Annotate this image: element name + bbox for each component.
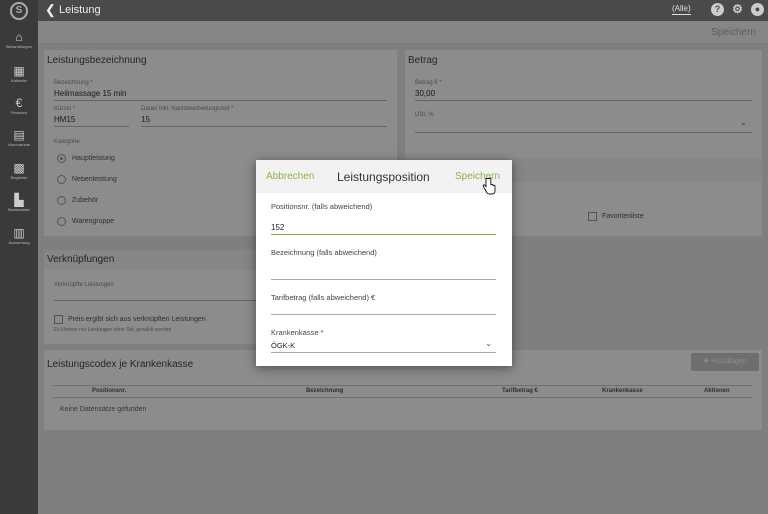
sidebar-item-label: Registrier (10, 175, 28, 180)
euro-icon: € (15, 96, 23, 110)
calendar-icon: ▦ (13, 64, 25, 78)
dialog-title: Leistungsposition (337, 170, 430, 184)
gear-icon[interactable]: ⚙ (731, 3, 744, 16)
chart-icon: ▥ (13, 226, 25, 240)
sidebar-item-label: Auswertung (8, 240, 30, 245)
sidebar-item-auswertung[interactable]: ▥ Auswertung (0, 226, 38, 246)
sidebar-item-label: Kalender (10, 78, 27, 83)
sidebar-item-label: Honorarnote (7, 142, 31, 147)
leistungsposition-dialog: Abbrechen Leistungsposition Speichern Po… (256, 160, 512, 366)
help-icon[interactable]: ? (711, 3, 724, 16)
qr-icon: ▩ (13, 161, 25, 175)
tarifbetrag-input[interactable] (271, 301, 496, 315)
sidebar-item-registrier[interactable]: ▩ Registrier (0, 161, 38, 181)
dialog-header: Abbrechen Leistungsposition Speichern (256, 160, 512, 193)
krankenkasse-select[interactable]: ÖGK-K ⌄ (271, 339, 496, 353)
app-logo: S (10, 2, 28, 20)
sidebar-item-stammdaten[interactable]: ▙ Stammdaten (0, 193, 38, 213)
page-title: Leistung (59, 4, 101, 16)
sidebar-item-kalender[interactable]: ▦ Kalender (0, 64, 38, 84)
hand-cursor-icon (482, 177, 496, 195)
user-avatar-icon[interactable]: ● (751, 3, 764, 16)
bezeichnung-label: Bezeichnung (falls abweichend) (271, 248, 377, 257)
sidebar-item-behandlungen[interactable]: ⌂ Behandlungen (0, 30, 38, 50)
document-icon: ▤ (13, 128, 25, 142)
top-bar: ❮ Leistung (Alle) ? ⚙ ● (38, 0, 768, 21)
back-arrow-icon[interactable]: ❮ (45, 2, 56, 18)
home-icon: ⌂ (15, 30, 23, 44)
sidebar-item-finanzen[interactable]: € Finanzen (0, 96, 38, 116)
sidebar-item-label: Behandlungen (6, 44, 32, 49)
building-icon: ▙ (14, 193, 24, 207)
sidebar-item-label: Stammdaten (7, 207, 31, 212)
sidebar: S ⌂ Behandlungen ▦ Kalender € Finanzen ▤… (0, 0, 38, 514)
cancel-button[interactable]: Abbrechen (266, 171, 314, 182)
bezeichnung-input[interactable] (271, 266, 496, 280)
positionsnr-input[interactable] (271, 221, 496, 235)
sidebar-item-honorarnote[interactable]: ▤ Honorarnote (0, 128, 38, 148)
krankenkasse-label: Krankenkasse * (271, 328, 324, 337)
sidebar-item-label: Finanzen (10, 110, 28, 115)
location-filter-dropdown[interactable]: (Alle) (672, 4, 691, 15)
krankenkasse-value: ÖGK-K (271, 341, 296, 350)
positionsnr-label: Positionsnr. (falls abweichend) (271, 202, 373, 211)
chevron-down-icon: ⌄ (485, 339, 492, 348)
